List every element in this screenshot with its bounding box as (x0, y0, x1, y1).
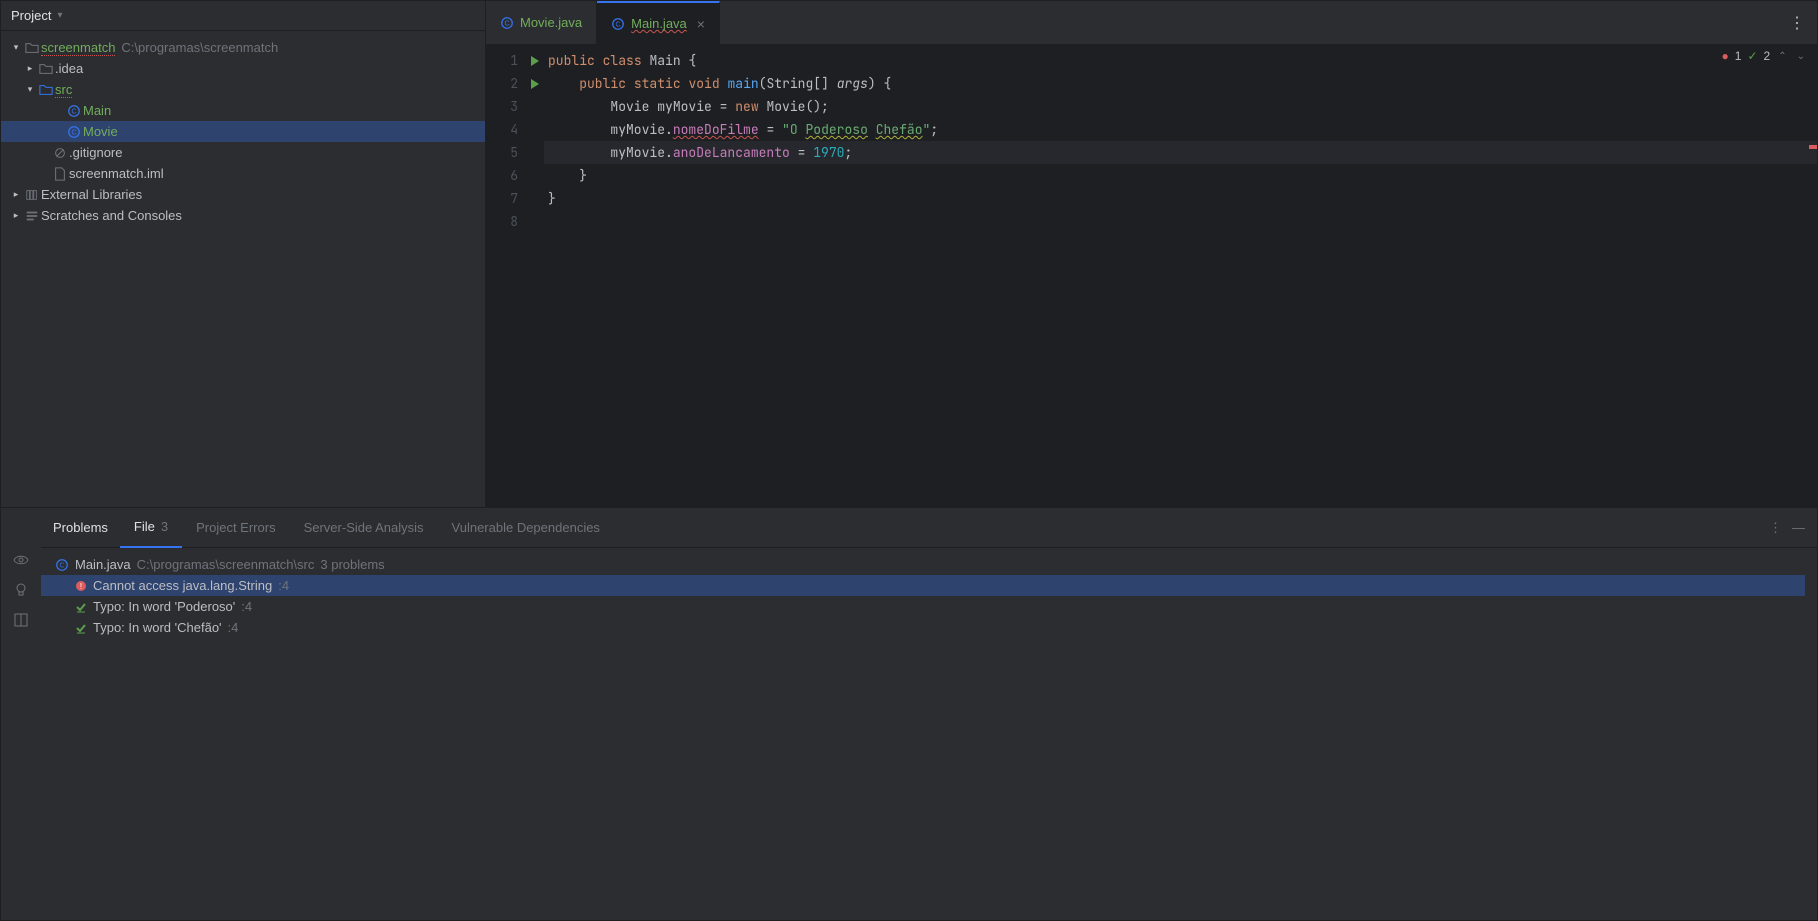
problems-label: Problems (41, 520, 120, 535)
warning-icon: ✓ (1747, 49, 1757, 63)
layout-icon[interactable] (13, 612, 29, 628)
folder-icon (37, 62, 55, 76)
file-icon (51, 167, 69, 181)
error-icon: ● (1722, 49, 1729, 63)
run-icon[interactable] (526, 72, 544, 95)
problems-file-count: 3 problems (320, 557, 384, 572)
problem-item[interactable]: Typo: In word 'Chefão' :4 (41, 617, 1817, 638)
ignore-file-icon (51, 146, 69, 160)
tab-movie-label: Movie.java (520, 15, 582, 30)
code-editor[interactable]: 12345678 public class Main { public stat… (486, 45, 1817, 507)
tree-external-libraries[interactable]: ▸ External Libraries (1, 184, 485, 205)
problem-item[interactable]: ! Cannot access java.lang.String :4 (41, 575, 1805, 596)
scratches-label: Scratches and Consoles (41, 208, 182, 223)
problems-tab-vuln[interactable]: Vulnerable Dependencies (438, 508, 614, 548)
svg-text:C: C (71, 108, 76, 115)
project-sidebar: Project ▾ ▾ screenmatch C:\programas\scr… (1, 1, 486, 507)
problems-panel: Problems File 3 Project Errors Server-Si… (0, 508, 1818, 921)
class-icon: C (55, 558, 69, 572)
tab-movie[interactable]: C Movie.java (486, 1, 597, 45)
class-icon: C (65, 104, 83, 118)
chevron-right-icon[interactable]: ▸ (23, 63, 37, 74)
tree-idea[interactable]: ▸ .idea (1, 58, 485, 79)
main-label: Main (83, 103, 111, 118)
problems-side-toolbar (1, 508, 41, 920)
chevron-down-icon[interactable]: ⌄ (1795, 51, 1807, 62)
iml-label: screenmatch.iml (69, 166, 164, 181)
tree-root[interactable]: ▾ screenmatch C:\programas\screenmatch (1, 37, 485, 58)
library-icon (23, 188, 41, 202)
close-icon[interactable]: × (697, 16, 705, 32)
svg-text:C: C (504, 20, 509, 27)
problems-file-header[interactable]: C Main.java C:\programas\screenmatch\src… (41, 554, 1817, 575)
tree-movie-class[interactable]: C Movie (1, 121, 485, 142)
typo-icon (75, 622, 87, 634)
svg-text:C: C (59, 562, 64, 569)
scratches-icon (23, 209, 41, 223)
editor-tabs: C Movie.java C Main.java × ⋮ (486, 1, 1817, 45)
error-stripe[interactable] (1807, 45, 1817, 507)
chevron-right-icon[interactable]: ▸ (9, 210, 23, 221)
tree-gitignore[interactable]: .gitignore (1, 142, 485, 163)
warning-count: 2 (1764, 49, 1771, 63)
src-label: src (55, 82, 72, 98)
error-icon: ! (75, 580, 87, 592)
tab-main[interactable]: C Main.java × (597, 1, 720, 45)
bulb-icon[interactable] (13, 582, 29, 598)
class-icon: C (500, 16, 514, 30)
gitignore-label: .gitignore (69, 145, 122, 160)
project-folder-icon (23, 41, 41, 55)
minimize-icon[interactable]: — (1792, 520, 1805, 536)
code-content[interactable]: public class Main { public static void m… (544, 45, 1817, 507)
line-gutter: 12345678 (486, 45, 526, 507)
chevron-right-icon[interactable]: ▸ (9, 189, 23, 200)
error-marker[interactable] (1809, 145, 1817, 149)
error-count: 1 (1735, 49, 1742, 63)
extlib-label: External Libraries (41, 187, 142, 202)
tree-main-class[interactable]: C Main (1, 100, 485, 121)
class-icon: C (65, 125, 83, 139)
chevron-down-icon: ▾ (57, 10, 62, 21)
tree-src[interactable]: ▾ src (1, 79, 485, 100)
project-label: Project (11, 8, 51, 23)
chevron-down-icon[interactable]: ▾ (9, 42, 23, 53)
svg-text:C: C (616, 21, 621, 28)
typo-icon (75, 601, 87, 613)
editor-area: C Movie.java C Main.java × ⋮ 12345678 (486, 1, 1817, 507)
more-icon[interactable]: ⋮ (1769, 520, 1782, 536)
run-gutter (526, 45, 544, 507)
tab-main-label: Main.java (631, 16, 687, 31)
tree-iml[interactable]: screenmatch.iml (1, 163, 485, 184)
problems-tabs: Problems File 3 Project Errors Server-Si… (41, 508, 1817, 548)
problems-tab-file[interactable]: File 3 (120, 508, 182, 548)
chevron-up-icon[interactable]: ⌃ (1776, 51, 1788, 62)
source-folder-icon (37, 83, 55, 97)
tree-scratches[interactable]: ▸ Scratches and Consoles (1, 205, 485, 226)
problems-tab-project-errors[interactable]: Project Errors (182, 508, 289, 548)
project-tree: ▾ screenmatch C:\programas\screenmatch ▸… (1, 31, 485, 232)
class-icon: C (611, 17, 625, 31)
svg-text:!: ! (80, 582, 82, 591)
root-path: C:\programas\screenmatch (121, 40, 278, 55)
eye-icon[interactable] (13, 552, 29, 568)
editor-indicators[interactable]: ● 1 ✓ 2 ⌃ ⌄ (1722, 49, 1807, 63)
problem-item[interactable]: Typo: In word 'Poderoso' :4 (41, 596, 1817, 617)
run-icon[interactable] (526, 49, 544, 72)
root-name: screenmatch (41, 40, 115, 56)
svg-text:C: C (71, 129, 76, 136)
problems-file-name: Main.java (75, 557, 131, 572)
more-icon[interactable]: ⋮ (1777, 13, 1817, 33)
chevron-down-icon[interactable]: ▾ (23, 84, 37, 95)
movie-label: Movie (83, 124, 118, 139)
project-sidebar-header[interactable]: Project ▾ (1, 1, 485, 31)
idea-label: .idea (55, 61, 83, 76)
problems-list: C Main.java C:\programas\screenmatch\src… (41, 548, 1817, 644)
problems-file-path: C:\programas\screenmatch\src (137, 557, 315, 572)
problems-tab-server[interactable]: Server-Side Analysis (290, 508, 438, 548)
